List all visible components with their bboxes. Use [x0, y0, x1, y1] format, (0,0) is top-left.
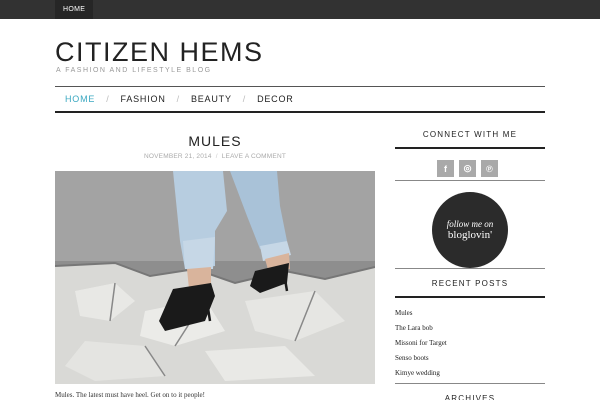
instagram-icon[interactable]: ◎	[459, 160, 476, 177]
nav-separator: /	[176, 94, 180, 104]
post-excerpt: Mules. The latest must have heel. Get on…	[55, 391, 205, 399]
top-bar: HOME	[0, 0, 600, 19]
connect-widget-title: CONNECT WITH ME	[422, 130, 518, 139]
list-item[interactable]: Senso boots	[395, 351, 545, 366]
list-item[interactable]: Kimye wedding	[395, 366, 545, 381]
main-nav: HOME / FASHION / BEAUTY / DECOR	[55, 86, 545, 113]
post-featured-image[interactable]	[55, 171, 375, 384]
list-item[interactable]: Mules	[395, 306, 545, 321]
social-icons: f ◎ ℗	[437, 160, 498, 177]
list-item[interactable]: The Lara bob	[395, 321, 545, 336]
nav-item-fashion[interactable]: FASHION	[121, 94, 166, 104]
bloglovin-badge[interactable]: follow me on bloglovin'	[432, 192, 508, 268]
nav-item-home[interactable]: HOME	[65, 94, 95, 104]
site-title[interactable]: CITIZEN HEMS	[55, 36, 264, 68]
leave-comment-link[interactable]: LEAVE A COMMENT	[222, 153, 286, 160]
nav-separator: /	[242, 94, 247, 104]
post-meta: NOVEMBER 21, 2014/ LEAVE A COMMENT	[55, 153, 375, 160]
topbar-home-link[interactable]: HOME	[55, 0, 94, 19]
meta-separator: /	[215, 153, 218, 160]
archives-title: ARCHIVES	[444, 394, 496, 400]
site-tagline: A FASHION AND LIFESTYLE BLOG	[56, 67, 212, 74]
nav-separator: /	[106, 94, 110, 104]
post-date[interactable]: NOVEMBER 21, 2014	[144, 153, 212, 160]
bloglovin-line2: bloglovin'	[447, 228, 493, 241]
bloglovin-line1: follow me on	[446, 218, 494, 229]
nav-item-beauty[interactable]: BEAUTY	[191, 94, 232, 104]
facebook-icon[interactable]: f	[437, 160, 454, 177]
list-item[interactable]: Missoni for Target	[395, 336, 545, 351]
post-title[interactable]: MULES	[55, 133, 375, 149]
recent-posts-title: RECENT POSTS	[431, 279, 509, 288]
pinterest-icon[interactable]: ℗	[481, 160, 498, 177]
nav-item-decor[interactable]: DECOR	[257, 94, 294, 104]
recent-posts-list: Mules The Lara bob Missoni for Target Se…	[395, 306, 545, 381]
